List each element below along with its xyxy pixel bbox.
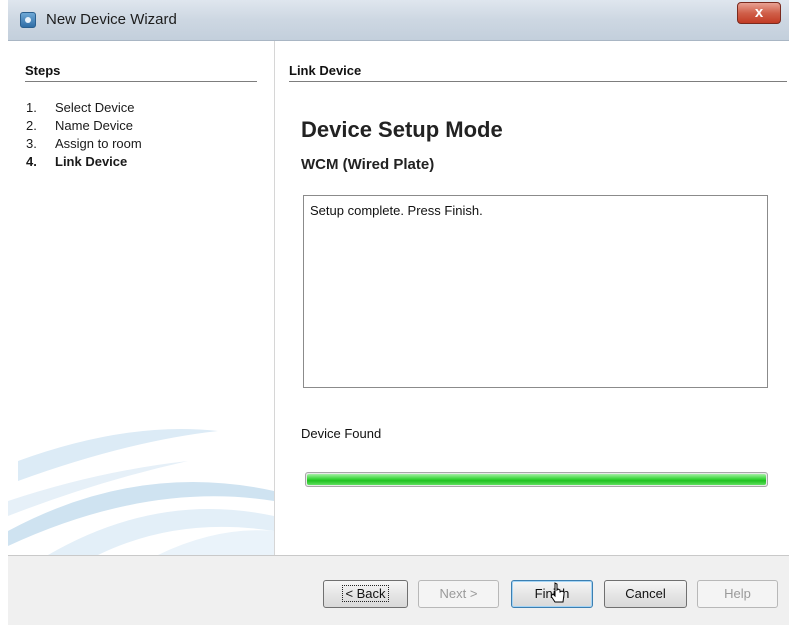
setup-log-text: Setup complete. Press Finish.: [310, 203, 483, 218]
step-label: Name Device: [55, 118, 134, 133]
cancel-button[interactable]: Cancel: [604, 580, 687, 608]
close-button[interactable]: x: [737, 2, 781, 24]
step-name-device: 2. Name Device: [20, 117, 142, 135]
back-button-label: < Back: [342, 585, 389, 602]
close-icon: x: [754, 4, 764, 21]
button-bar: < Back Next > Finish Cancel Help: [8, 555, 789, 625]
setup-log-textarea[interactable]: Setup complete. Press Finish.: [303, 195, 768, 388]
progress-bar: [305, 472, 768, 487]
content-pane: Link Device Device Setup Mode WCM (Wired…: [275, 41, 789, 555]
cancel-button-label: Cancel: [625, 586, 666, 601]
title-bar[interactable]: New Device Wizard x: [8, 0, 789, 41]
decorative-swoosh-graphic: [8, 429, 274, 555]
step-select-device: 1. Select Device: [20, 99, 142, 117]
page-title: Device Setup Mode: [301, 117, 503, 142]
help-button-label: Help: [724, 586, 751, 601]
next-button[interactable]: Next >: [418, 580, 499, 608]
steps-header: Steps: [25, 63, 257, 82]
steps-pane: Steps 1. Select Device 2. Name Device 3. As…: [8, 41, 275, 555]
status-label: Device Found: [301, 426, 382, 441]
step-label: Assign to room: [55, 136, 142, 151]
step-number: 2.: [26, 118, 37, 133]
step-label: Select Device: [55, 100, 135, 115]
step-label: Link Device: [55, 154, 128, 169]
steps-list: 1. Select Device 2. Name Device 3. Assign t…: [20, 99, 142, 171]
section-header: Link Device: [289, 63, 787, 82]
next-button-label: Next >: [439, 586, 478, 601]
help-button[interactable]: Help: [697, 580, 778, 608]
app-icon: [20, 12, 36, 28]
progress-bar-fill: [307, 474, 766, 485]
mouse-pointer-icon: [551, 582, 565, 603]
step-assign-room: 3. Assign to room: [20, 135, 142, 153]
step-link-device: 4. Link Device: [20, 153, 142, 171]
step-number: 4.: [26, 154, 37, 169]
device-type-label: WCM (Wired Plate): [301, 156, 435, 173]
wizard-window: New Device Wizard x Steps 1. Select Devic…: [8, 0, 789, 625]
step-number: 3.: [26, 136, 37, 151]
window-title: New Device Wizard: [46, 11, 177, 28]
back-button[interactable]: < Back: [323, 580, 408, 608]
step-number: 1.: [26, 100, 37, 115]
